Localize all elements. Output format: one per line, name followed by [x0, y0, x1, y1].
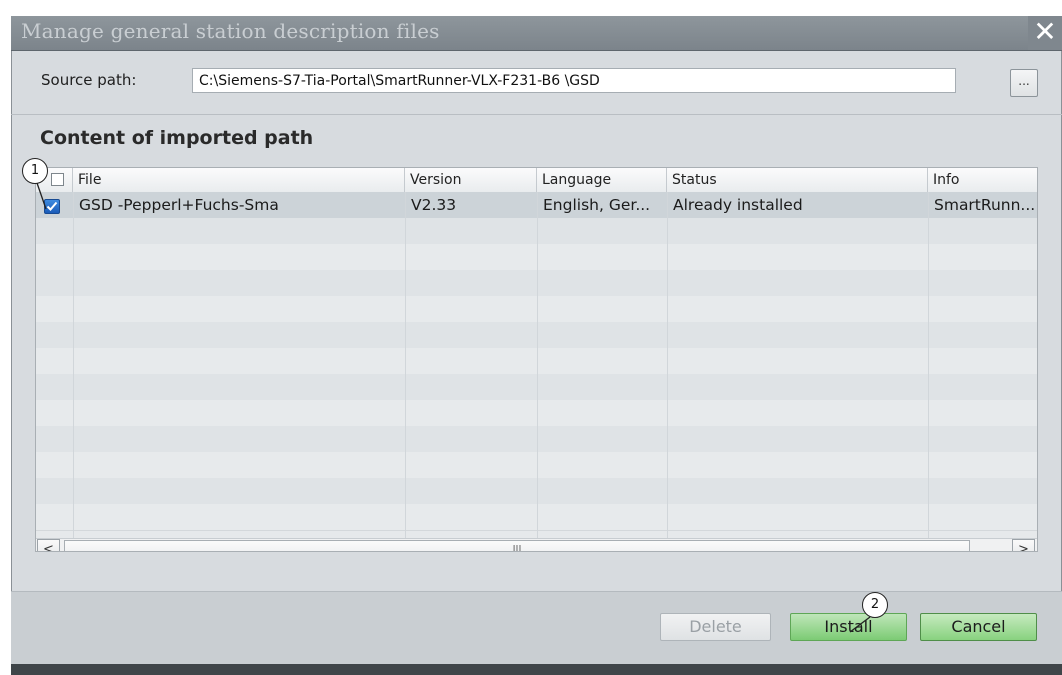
dialog-title: Manage general station description files [21, 19, 440, 43]
column-divider [73, 192, 74, 538]
source-path-label: Source path: [41, 71, 137, 89]
divider [11, 114, 1062, 115]
cell-info: SmartRunn... [934, 196, 1036, 214]
title-bar: Manage general station description files… [11, 16, 1062, 51]
column-divider [928, 192, 929, 538]
column-header-version[interactable]: Version [405, 168, 537, 192]
cell-status: Already installed [673, 196, 803, 214]
select-all-checkbox[interactable] [51, 173, 64, 186]
scroll-left-icon[interactable]: < [37, 539, 60, 551]
cell-file: GSD -Pepperl+Fuchs-Sma [79, 196, 279, 214]
checkbox-checked-icon[interactable] [44, 199, 60, 214]
table-header: File Version Language Status Info [36, 168, 1037, 193]
manage-gsd-dialog: Manage general station description files… [11, 16, 1062, 675]
install-button[interactable]: Install [790, 613, 907, 641]
cell-language: English, Ger... [543, 196, 651, 214]
cell-version: V2.33 [411, 196, 457, 214]
column-header-info[interactable]: Info [928, 168, 1037, 192]
scroll-thumb[interactable]: III [64, 540, 970, 551]
bottom-strip [11, 664, 1062, 675]
callout-2: 2 [862, 592, 888, 618]
source-path-field[interactable]: C:\Siemens-S7-Tia-Portal\SmartRunner-VLX… [192, 68, 956, 93]
content-section-title: Content of imported path [40, 127, 314, 149]
column-header-file[interactable]: File [73, 168, 405, 192]
horizontal-scrollbar[interactable]: < III > [36, 538, 1037, 551]
column-divider [405, 192, 406, 538]
callout-1: 1 [22, 158, 48, 184]
scroll-right-icon[interactable]: > [1012, 539, 1035, 551]
column-header-status[interactable]: Status [667, 168, 928, 192]
gsd-file-table: File Version Language Status Info GSD -P… [35, 167, 1038, 552]
column-header-language[interactable]: Language [537, 168, 667, 192]
close-icon[interactable]: ✕ [1028, 16, 1062, 50]
delete-button[interactable]: Delete [660, 613, 771, 641]
browse-button[interactable]: ... [1010, 69, 1038, 97]
cancel-button[interactable]: Cancel [920, 613, 1037, 641]
column-divider [667, 192, 668, 538]
column-divider [537, 192, 538, 538]
